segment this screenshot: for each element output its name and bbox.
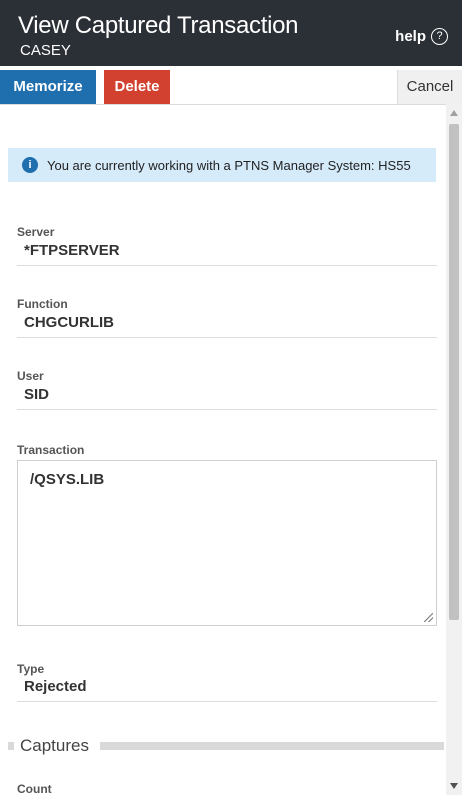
action-toolbar: Memorize Delete Cancel [0, 67, 462, 105]
type-field: Rejected [17, 676, 437, 702]
scroll-down-icon[interactable] [450, 783, 458, 789]
transaction-textarea[interactable]: /QSYS.LIB [17, 460, 437, 626]
section-divider [100, 742, 444, 750]
server-label: Server [17, 225, 55, 239]
info-icon: i [22, 157, 38, 173]
memorize-button[interactable]: Memorize [0, 70, 96, 104]
scrollbar-thumb[interactable] [449, 124, 459, 620]
vertical-scrollbar[interactable] [446, 104, 462, 795]
form-content: i You are currently working with a PTNS … [0, 104, 446, 795]
function-label: Function [17, 297, 68, 311]
function-field: CHGCURLIB [17, 312, 437, 338]
app-header: View Captured Transaction CASEY help ? [0, 0, 462, 66]
page-title: View Captured Transaction [18, 12, 299, 39]
info-message: You are currently working with a PTNS Ma… [47, 157, 411, 173]
question-circle-icon: ? [431, 28, 448, 45]
captures-section-header: Captures [8, 736, 444, 756]
info-banner: i You are currently working with a PTNS … [8, 148, 436, 182]
transaction-label: Transaction [17, 443, 85, 457]
section-divider [8, 742, 14, 750]
cancel-button[interactable]: Cancel [397, 70, 462, 104]
delete-button[interactable]: Delete [104, 70, 170, 104]
captures-heading: Captures [20, 736, 89, 755]
resize-handle[interactable] [424, 613, 433, 622]
page-subtitle: CASEY [20, 42, 71, 59]
user-label: User [17, 369, 44, 383]
count-label: Count [17, 782, 52, 795]
help-link[interactable]: help ? [395, 28, 448, 45]
help-label: help [395, 28, 426, 45]
user-field: SID [17, 384, 437, 410]
type-label: Type [17, 662, 45, 676]
server-field: *FTPSERVER [17, 240, 437, 266]
scroll-up-icon[interactable] [450, 110, 458, 116]
transaction-value: /QSYS.LIB [30, 471, 105, 488]
